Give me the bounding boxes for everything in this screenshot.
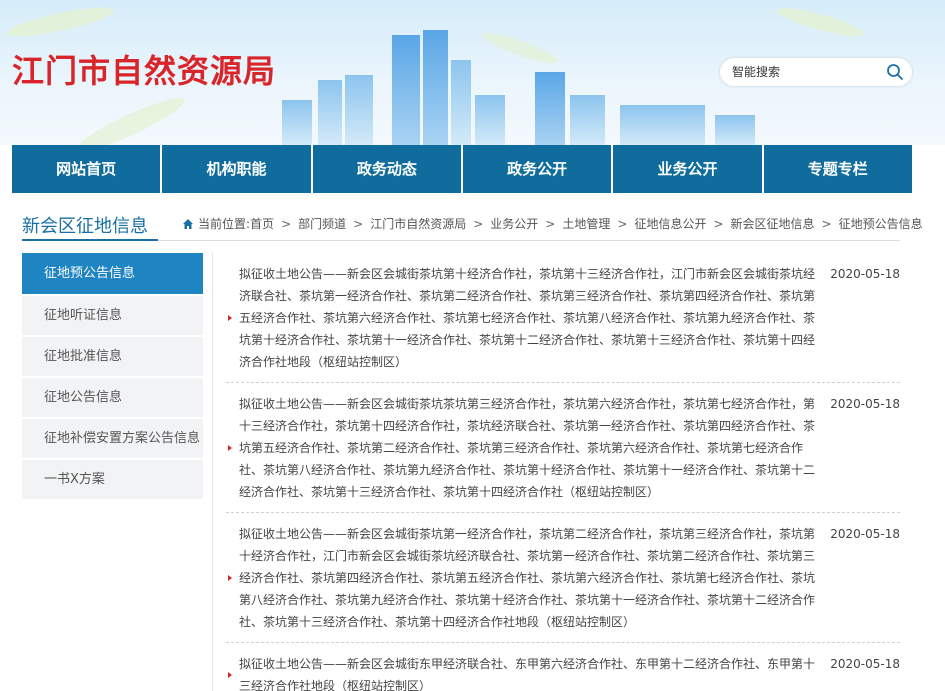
- bullet-icon: [228, 445, 232, 451]
- sidebar-item-pre-notice[interactable]: 征地预公告信息: [22, 253, 203, 294]
- notice-date: 2020-05-18: [830, 397, 900, 411]
- breadcrumb: 当前位置: 首页 > 部门频道 > 江门市自然资源局 > 业务公开 > 土地管理…: [182, 215, 923, 232]
- breadcrumb-separator: >: [545, 216, 556, 231]
- breadcrumb-current[interactable]: 征地预公告信息: [839, 215, 923, 232]
- breadcrumb-separator: >: [281, 216, 292, 231]
- nav-item-gov-disclosure[interactable]: 政务公开: [463, 145, 614, 193]
- sidebar-divider: [212, 253, 213, 691]
- nav-item-home[interactable]: 网站首页: [12, 145, 163, 193]
- sidebar-item-announcement[interactable]: 征地公告信息: [22, 378, 203, 417]
- list-item: 拟征收土地公告——新会区会城街茶坑第一经济合作社，茶坑第二经济合作社，茶坑第三经…: [226, 513, 900, 643]
- notice-date: 2020-05-18: [830, 527, 900, 541]
- main-nav: 网站首页 机构职能 政务动态 政务公开 业务公开 专题专栏: [12, 145, 912, 193]
- bullet-icon: [228, 575, 232, 581]
- breadcrumb-separator: >: [473, 216, 484, 231]
- notice-title-link[interactable]: 拟征收土地公告——新会区会城街茶坑第十经济合作社，茶坑第十三经济合作社，江门市新…: [239, 263, 819, 373]
- notice-date: 2020-05-18: [830, 267, 900, 281]
- nav-item-special-topics[interactable]: 专题专栏: [764, 145, 912, 193]
- search-box[interactable]: [720, 58, 912, 86]
- sidebar-item-hearing[interactable]: 征地听证信息: [22, 296, 203, 335]
- nav-item-functions[interactable]: 机构职能: [162, 145, 313, 193]
- breadcrumb-separator: >: [713, 216, 724, 231]
- notice-list: 拟征收土地公告——新会区会城街茶坑第十经济合作社，茶坑第十三经济合作社，江门市新…: [226, 253, 900, 691]
- breadcrumb-link-land[interactable]: 土地管理: [562, 215, 610, 232]
- notice-title-link[interactable]: 拟征收土地公告——新会区会城街茶坑茶坑第三经济合作社，茶坑第六经济合作社，茶坑第…: [239, 393, 819, 503]
- breadcrumb-link-department[interactable]: 部门频道: [298, 215, 346, 232]
- home-icon: [183, 218, 193, 229]
- section-divider-accent: [22, 239, 158, 241]
- list-item: 拟征收土地公告——新会区会城街茶坑茶坑第三经济合作社，茶坑第六经济合作社，茶坑第…: [226, 383, 900, 513]
- breadcrumb-separator: >: [617, 216, 628, 231]
- sidebar-item-plan[interactable]: 一书X方案: [22, 460, 203, 499]
- site-title[interactable]: 江门市自然资源局: [12, 46, 276, 92]
- search-icon[interactable]: [886, 63, 904, 81]
- breadcrumb-separator: >: [353, 216, 364, 231]
- sidebar-item-approval[interactable]: 征地批准信息: [22, 337, 203, 376]
- sidebar-item-compensation[interactable]: 征地补偿安置方案公告信息: [22, 419, 203, 458]
- header-banner: 江门市自然资源局: [0, 0, 945, 145]
- breadcrumb-link-business[interactable]: 业务公开: [490, 215, 538, 232]
- breadcrumb-link-expropriation[interactable]: 征地信息公开: [634, 215, 706, 232]
- nav-item-news[interactable]: 政务动态: [313, 145, 463, 193]
- section-title: 新会区征地信息: [22, 216, 148, 237]
- search-input[interactable]: [732, 62, 882, 82]
- bullet-icon: [228, 672, 232, 678]
- sidebar: 征地预公告信息 征地听证信息 征地批准信息 征地公告信息 征地补偿安置方案公告信…: [22, 253, 203, 501]
- notice-title-link[interactable]: 拟征收土地公告——新会区会城街东甲经济联合社、东甲第六经济合作社、东甲第十二经济…: [239, 653, 819, 691]
- notice-title-link[interactable]: 拟征收土地公告——新会区会城街茶坑第一经济合作社，茶坑第二经济合作社，茶坑第三经…: [239, 523, 819, 633]
- breadcrumb-link-xinhui[interactable]: 新会区征地信息: [731, 215, 815, 232]
- nav-item-business-disclosure[interactable]: 业务公开: [613, 145, 764, 193]
- breadcrumb-link-home[interactable]: 首页: [250, 215, 274, 232]
- list-item: 拟征收土地公告——新会区会城街茶坑第十经济合作社，茶坑第十三经济合作社，江门市新…: [226, 253, 900, 383]
- bullet-icon: [228, 315, 232, 321]
- breadcrumb-link-bureau[interactable]: 江门市自然资源局: [370, 215, 466, 232]
- breadcrumb-prefix: 当前位置:: [198, 217, 251, 231]
- list-item: 拟征收土地公告——新会区会城街东甲经济联合社、东甲第六经济合作社、东甲第十二经济…: [226, 643, 900, 691]
- notice-date: 2020-05-18: [830, 657, 900, 671]
- breadcrumb-separator: >: [821, 216, 832, 231]
